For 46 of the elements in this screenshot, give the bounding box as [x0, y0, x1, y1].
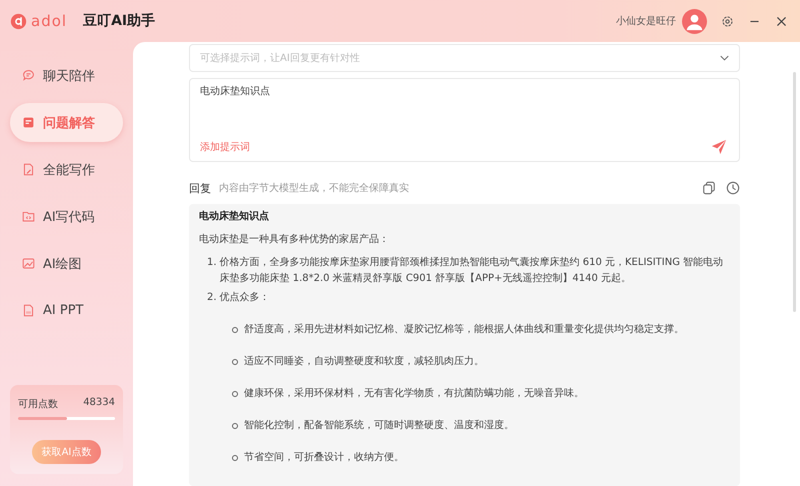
document-pen-icon — [22, 163, 35, 176]
bullet-icon — [232, 391, 238, 397]
sidebar-item[interactable]: 全能写作 — [10, 150, 123, 189]
copy-icon[interactable] — [702, 181, 716, 195]
bullet-text: 智能化控制，配备智能系统，可随时调整硬度、温度和湿度。 — [244, 418, 514, 433]
chat-bubble-icon — [22, 69, 35, 82]
sidebar-item[interactable]: AI PPT — [10, 291, 123, 330]
bullet-icon — [232, 455, 238, 461]
bullet-text: 节省空间，可折叠设计，收纳方便。 — [244, 450, 404, 465]
sidebar-item[interactable]: 聊天陪伴 — [10, 56, 123, 95]
logo-icon — [10, 12, 27, 30]
sidebar-item[interactable]: AI绘图 — [10, 244, 123, 283]
code-folder-icon — [22, 210, 35, 223]
bullet-icon — [232, 423, 238, 429]
question-input[interactable]: 电动床垫知识点 添加提示词 — [189, 78, 740, 162]
bullet-text: 适应不同睡姿，自动调整硬度和软度，减轻肌肉压力。 — [244, 354, 484, 369]
chevron-down-icon — [720, 55, 729, 61]
bullet-icon — [232, 359, 238, 365]
bullet-text: 健康环保，采用环保材料，无有害化学物质，有抗菌防螨功能，无噪音异味。 — [244, 386, 584, 401]
list-number: 2. — [207, 291, 217, 305]
reply-note: 内容由字节大模型生成，不能完全保障真实 — [219, 182, 409, 195]
avatar-icon[interactable] — [682, 8, 707, 34]
send-icon[interactable] — [711, 139, 727, 155]
answer-intro: 电动床垫是一种具有多种优势的家居产品： — [199, 232, 390, 247]
logo-text: adol — [31, 12, 68, 30]
list-item-text: 优点众多： — [220, 290, 270, 305]
clock-icon[interactable] — [726, 181, 740, 195]
close-icon[interactable] — [775, 14, 788, 28]
question-text: 电动床垫知识点 — [200, 84, 271, 98]
answer-heading: 电动床垫知识点 — [199, 209, 270, 224]
scrollbar[interactable] — [793, 72, 796, 312]
form-icon — [22, 116, 35, 129]
list-item-text: 价格方面，全身多功能按摩床垫家用腰背部颈椎揉捏加热智能电动气囊按摩床垫约 610 元，KELISITING 智能电动床垫多功能床垫 1.8*2.0 米蓝精灵舒享版 C901 舒享版【APP+无线遥控控制】4140 元起。 — [220, 256, 724, 286]
points-label: 可用点数 — [18, 398, 58, 411]
bullet-icon — [232, 327, 238, 333]
list-number: 1. — [207, 256, 217, 270]
reply-title: 回复 — [189, 180, 211, 196]
bullet-text: 舒适度高，采用先进材料如记忆棉、凝胶记忆棉等，能根据人体曲线和重量变化提供均匀稳定支撑。 — [244, 322, 684, 337]
sidebar-item[interactable]: AI写代码 — [10, 197, 123, 236]
points-value: 48334 — [83, 397, 115, 410]
app-title: 豆叮AI助手 — [83, 12, 156, 30]
user-name: 小仙女是旺仔 — [616, 14, 676, 28]
ppt-file-icon — [22, 304, 35, 317]
image-icon — [22, 257, 35, 270]
select-placeholder: 可选择提示词，让AI回复更有针对性 — [200, 52, 360, 65]
settings-icon[interactable] — [721, 14, 734, 28]
